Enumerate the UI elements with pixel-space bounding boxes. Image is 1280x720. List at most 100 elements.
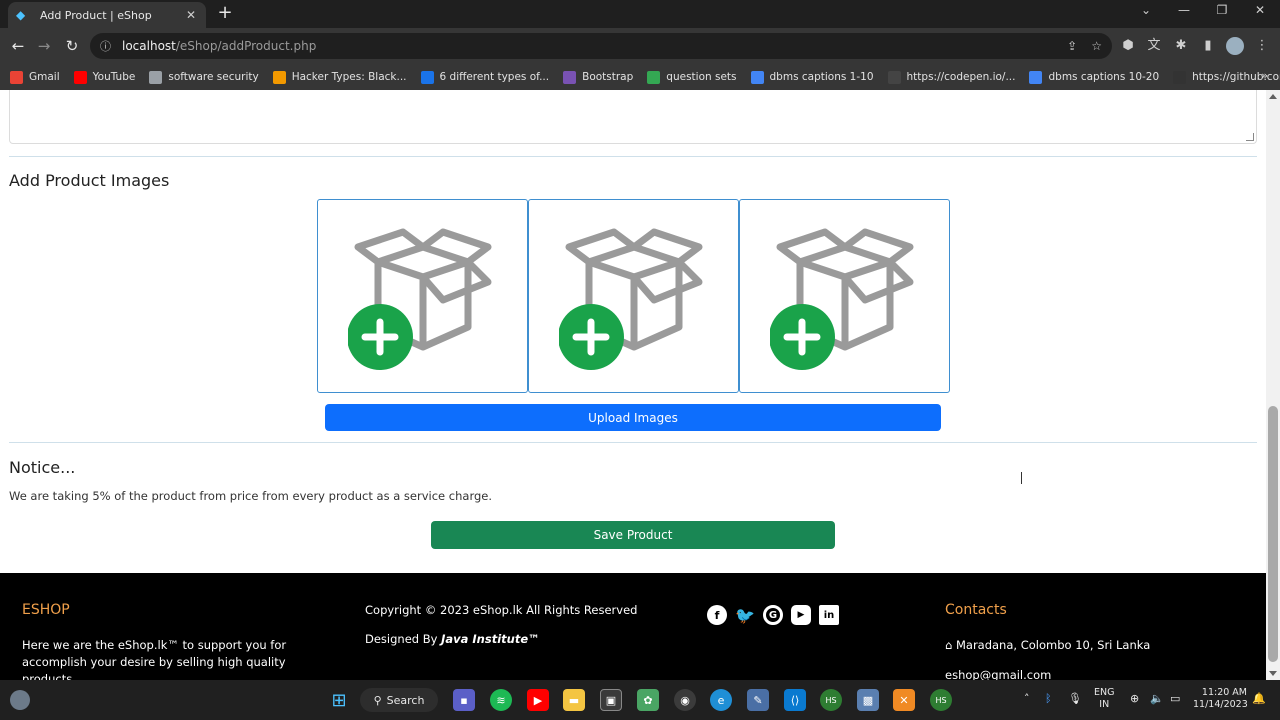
language-indicator[interactable]: ENG IN [1094, 687, 1114, 711]
start-button[interactable]: ⊞ [328, 689, 350, 711]
bookmark-label: Gmail [29, 71, 60, 83]
youtube-icon[interactable]: ▶ [791, 605, 811, 625]
add-image-box-icon [348, 228, 492, 370]
translate-extension-icon[interactable]: 文 [1146, 38, 1162, 54]
upload-images-button[interactable]: Upload Images [325, 404, 941, 431]
back-button[interactable]: ← [8, 37, 28, 55]
notice-text: We are taking 5% of the product from pri… [9, 489, 492, 503]
bookmark-favicon-icon [1173, 70, 1187, 84]
bookmark-label: dbms captions 1-10 [769, 71, 874, 83]
extension-shield-icon[interactable]: ⬢ [1120, 38, 1136, 54]
bookmark-item[interactable]: question sets [647, 70, 737, 84]
image-slot-3[interactable] [739, 199, 950, 393]
bookmark-label: https://codepen.io/... [906, 71, 1016, 83]
forward-button[interactable]: → [34, 37, 54, 55]
scroll-down-icon[interactable] [1269, 671, 1277, 676]
microphone-icon[interactable]: 🎙 [1068, 692, 1082, 705]
notification-icon[interactable]: 🔔 [1252, 692, 1266, 705]
facebook-icon[interactable]: f [707, 605, 727, 625]
scroll-up-icon[interactable] [1269, 94, 1277, 99]
battery-icon[interactable]: ▭ [1170, 692, 1180, 705]
edge-icon[interactable]: e [710, 689, 732, 711]
file-explorer-icon[interactable]: ▬ [563, 689, 585, 711]
linkedin-icon[interactable]: in [819, 605, 839, 625]
bookmark-label: software security [168, 71, 259, 83]
bookmark-label: question sets [666, 71, 737, 83]
hs-app-icon-2[interactable]: HS [930, 689, 952, 711]
image-slot-1[interactable] [317, 199, 528, 393]
bookmark-label: Bootstrap [582, 71, 634, 83]
volume-icon[interactable]: 🔈 [1150, 692, 1164, 705]
bookmark-item[interactable]: Bootstrap [563, 70, 634, 84]
network-icon[interactable]: ⊕ [1130, 692, 1139, 705]
footer-brand: ESHOP [22, 602, 70, 618]
spotify-icon[interactable]: ≋ [490, 689, 512, 711]
taskbar-search-label: Search [386, 693, 425, 707]
footer-email[interactable]: eshop@gmail.com [945, 668, 1051, 680]
bluetooth-icon[interactable]: ᛒ [1045, 692, 1052, 705]
store-icon[interactable]: ▣ [600, 689, 622, 711]
twitter-icon[interactable]: 🐦 [735, 605, 755, 625]
bookmark-item[interactable]: dbms captions 10-20 [1029, 70, 1159, 84]
scrollbar-thumb[interactable] [1268, 406, 1278, 662]
virtualbox-icon[interactable]: ▩ [857, 689, 879, 711]
save-product-button[interactable]: Save Product [431, 521, 835, 549]
xampp-icon[interactable]: ✕ [893, 689, 915, 711]
bookmark-star-icon[interactable]: ☆ [1091, 39, 1102, 53]
add-image-box-icon [559, 228, 703, 370]
weather-widget-icon[interactable] [10, 690, 30, 710]
footer-copyright: Copyright © 2023 eShop.lk All Rights Res… [365, 603, 638, 617]
teams-icon[interactable]: ▪ [453, 689, 475, 711]
windows-taskbar: ⊞ ⚲ Search ▪ ≋ ▶ ▬ ▣ ✿ ◉ e ✎ ⟨⟩ HS ▩ ✕ H… [0, 680, 1280, 720]
system-clock[interactable]: 11:20 AM 11/14/2023 [1193, 687, 1248, 711]
google-icon[interactable]: G [763, 605, 783, 625]
designed-by-name: Java Institute™ [441, 632, 540, 646]
site-info-icon[interactable]: ⓘ [100, 38, 116, 54]
reload-button[interactable]: ↻ [62, 37, 82, 55]
footer-address: ⌂ Maradana, Colombo 10, Sri Lanka [945, 638, 1150, 652]
share-icon[interactable]: ⇪ [1067, 39, 1077, 53]
minimize-button[interactable]: — [1174, 3, 1194, 17]
bookmark-favicon-icon [10, 70, 23, 84]
browser-toolbar: ← → ↻ ⓘ localhost /eShop/addProduct.php … [0, 28, 1280, 64]
bookmark-item[interactable]: https://codepen.io/... [887, 70, 1016, 84]
designed-by-prefix: Designed By [365, 632, 438, 646]
image-slot-2[interactable] [528, 199, 739, 393]
bookmark-item[interactable]: Gmail [10, 70, 60, 84]
bookmark-item[interactable]: dbms captions 1-10 [750, 70, 874, 84]
youtube-app-icon[interactable]: ▶ [527, 689, 549, 711]
menu-kebab-icon[interactable]: ⋮ [1254, 38, 1270, 54]
side-panel-icon[interactable]: ▮ [1200, 38, 1216, 54]
tray-overflow-icon[interactable]: ˄ [1024, 692, 1030, 705]
address-bar[interactable]: ⓘ localhost /eShop/addProduct.php ⇪ ☆ [90, 33, 1112, 59]
add-image-box-icon [770, 228, 914, 370]
social-links: f 🐦 G ▶ in [707, 605, 839, 625]
photos-app-icon[interactable]: ✿ [637, 689, 659, 711]
active-tab[interactable]: ◆ Add Product | eShop ✕ [8, 2, 206, 28]
page-scrollbar[interactable] [1266, 90, 1280, 680]
profile-avatar[interactable] [1226, 37, 1244, 55]
url-host: localhost [122, 39, 176, 53]
new-tab-button[interactable]: + [216, 4, 234, 22]
close-window-button[interactable]: ✕ [1250, 3, 1270, 17]
bookmark-item[interactable]: software security [149, 70, 259, 84]
vscode-icon[interactable]: ⟨⟩ [784, 689, 806, 711]
snipping-tool-icon[interactable]: ✎ [747, 689, 769, 711]
hs-app-icon[interactable]: HS [820, 689, 842, 711]
taskbar-search[interactable]: ⚲ Search [360, 688, 438, 712]
bookmark-favicon-icon [887, 70, 901, 84]
bookmark-item[interactable]: 6 different types of... [420, 70, 549, 84]
restore-button[interactable]: ❐ [1212, 3, 1232, 17]
tab-search-icon[interactable]: ⌄ [1136, 3, 1156, 17]
bookmark-item[interactable]: YouTube [73, 70, 135, 84]
description-textarea[interactable] [9, 90, 1257, 144]
address-text: Maradana, Colombo 10, Sri Lanka [955, 638, 1151, 652]
resize-grip-icon[interactable] [1246, 133, 1254, 141]
bookmarks-overflow-icon[interactable]: » [1261, 69, 1268, 82]
chrome-icon[interactable]: ◉ [674, 689, 696, 711]
page-viewport: Add Product Images Upload Images Notice.… [0, 90, 1266, 680]
bookmark-item[interactable]: Hacker Types: Black... [272, 70, 407, 84]
close-tab-icon[interactable]: ✕ [184, 8, 198, 22]
extensions-puzzle-icon[interactable]: ✱ [1173, 38, 1189, 54]
bookmark-label: Hacker Types: Black... [291, 71, 407, 83]
